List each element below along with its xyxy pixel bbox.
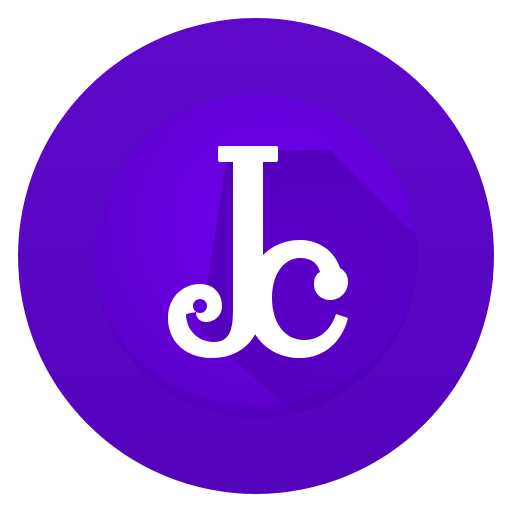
jc-monogram-logo <box>18 18 494 494</box>
app-icon <box>0 0 512 512</box>
